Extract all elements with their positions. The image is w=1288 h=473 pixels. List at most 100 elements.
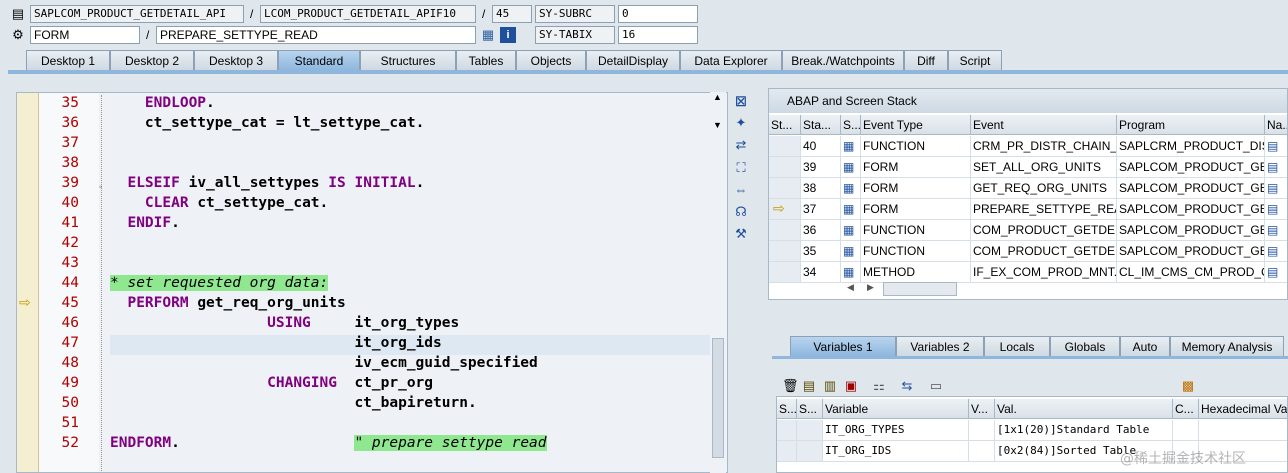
info-icon[interactable]: i <box>500 27 516 43</box>
event-type-field[interactable]: FORM <box>30 26 140 44</box>
variable-name-cell[interactable]: IT_ORG_TYPES <box>823 420 969 441</box>
stack-row-marker[interactable] <box>769 220 801 241</box>
event-field[interactable]: PREPARE_SETTYPE_READ <box>156 26 476 44</box>
variable-cell[interactable] <box>777 441 797 462</box>
maximize-icon[interactable]: ⛶ <box>733 160 749 176</box>
stack-cell-level[interactable]: 36 <box>801 220 841 241</box>
transfer-icon[interactable]: ⇆ <box>899 378 915 394</box>
column-header[interactable]: St... <box>769 115 801 135</box>
variable-cell[interactable] <box>969 420 995 441</box>
stack-cell-event[interactable]: CRM_PR_DISTR_CHAIN_... <box>971 136 1117 157</box>
variable-cell[interactable] <box>1173 420 1199 441</box>
variable-cell[interactable] <box>1199 420 1287 441</box>
stack-cell-program[interactable]: SAPLCOM_PRODUCT_GE... <box>1117 178 1265 199</box>
tab-desktop-3[interactable]: Desktop 3 <box>194 50 278 70</box>
resize-icon[interactable]: ⇔ <box>733 182 749 198</box>
tab-locals[interactable]: Locals <box>984 336 1050 356</box>
tab-auto[interactable]: Auto <box>1120 336 1170 356</box>
stack-cell-program[interactable]: SAPLCOM_PRODUCT_GE... <box>1117 157 1265 178</box>
line-field[interactable]: 45 <box>492 5 532 23</box>
stack-row-marker[interactable] <box>769 178 801 199</box>
column-header[interactable]: Sta... <box>801 115 841 135</box>
column-header[interactable]: V... <box>969 399 995 419</box>
stack-cell-event[interactable]: IF_EX_COM_PROD_MNT... <box>971 262 1117 283</box>
navigate-icon[interactable]: ▤ <box>1265 136 1287 157</box>
stack-cell-level[interactable]: 34 <box>801 262 841 283</box>
variable-value-cell[interactable]: [1x1(20)]Standard Table <box>995 420 1173 441</box>
stack-row-marker[interactable] <box>769 136 801 157</box>
tab-memory-analysis[interactable]: Memory Analysis <box>1170 336 1284 356</box>
stack-cell-program[interactable]: SAPLCRM_PRODUCT_DIS... <box>1117 136 1265 157</box>
stack-cell-type[interactable]: METHOD <box>861 262 971 283</box>
navigate-icon[interactable]: ▤ <box>1265 199 1287 220</box>
navigate-icon[interactable]: ▤ <box>1265 178 1287 199</box>
column-header[interactable]: Program <box>1117 115 1265 135</box>
column-header[interactable]: S... <box>777 399 797 419</box>
column-header[interactable]: Na... <box>1265 115 1287 135</box>
stack-cell-type[interactable]: FUNCTION <box>861 241 971 262</box>
column-header[interactable]: Val. <box>995 399 1173 419</box>
tab-objects[interactable]: Objects <box>516 50 586 70</box>
stack-cell-program[interactable]: CL_IM_CMS_CM_PROD_C... <box>1117 262 1265 283</box>
tab-breakpoints[interactable]: Break./Watchpoints <box>782 50 904 70</box>
tab-desktop-2[interactable]: Desktop 2 <box>110 50 194 70</box>
program-field[interactable]: SAPLCOM_PRODUCT_GETDETAIL_API <box>30 5 244 23</box>
stack-cell-event[interactable]: SET_ALL_ORG_UNITS <box>971 157 1117 178</box>
column-header[interactable]: S... <box>841 115 861 135</box>
column-header[interactable]: Variable <box>823 399 969 419</box>
navigate-icon[interactable]: ▤ <box>1265 241 1287 262</box>
stack-row-marker[interactable] <box>769 262 801 283</box>
column-header[interactable]: Hexadecimal Va <box>1199 399 1287 419</box>
include-field[interactable]: LCOM_PRODUCT_GETDETAIL_APIF10 <box>260 5 476 23</box>
scroll-thumb[interactable] <box>712 338 724 458</box>
import-icon[interactable]: ▥ <box>822 378 838 394</box>
stack-cell-type[interactable]: FORM <box>861 157 971 178</box>
variable-name-cell[interactable]: IT_ORG_IDS <box>823 441 969 462</box>
export-icon[interactable]: ▣ <box>843 378 859 394</box>
scroll-down-icon[interactable]: ▼ <box>713 120 722 130</box>
column-header[interactable]: Event Type <box>861 115 971 135</box>
variable-cell[interactable] <box>797 441 823 462</box>
tab-detaildisplay[interactable]: DetailDisplay <box>586 50 680 70</box>
stack-cell-level[interactable]: 37 <box>801 199 841 220</box>
tab-structures[interactable]: Structures <box>360 50 456 70</box>
column-header[interactable]: S... <box>797 399 823 419</box>
tab-desktop-1[interactable]: Desktop 1 <box>26 50 110 70</box>
close-icon[interactable]: ☒ <box>733 94 749 110</box>
display-source-icon[interactable]: ▦ <box>480 27 496 43</box>
variable-cell[interactable] <box>777 420 797 441</box>
swap-tool-icon[interactable]: ⇄ <box>733 137 749 153</box>
column-header[interactable]: C... <box>1173 399 1199 419</box>
stack-cell-level[interactable]: 35 <box>801 241 841 262</box>
stack-row-marker[interactable] <box>769 241 801 262</box>
variable-cell[interactable] <box>797 420 823 441</box>
stack-cell-program[interactable]: SAPLCOM_PRODUCT_GE... <box>1117 241 1265 262</box>
settings-icon[interactable]: ⚒ <box>733 226 749 242</box>
horizontal-scrollbar[interactable] <box>883 282 957 296</box>
stack-cell-program[interactable]: SAPLCOM_PRODUCT_GE... <box>1117 199 1265 220</box>
stack-cell-level[interactable]: 39 <box>801 157 841 178</box>
tab-standard[interactable]: Standard <box>278 50 360 70</box>
stack-cell-type[interactable]: FUNCTION <box>861 220 971 241</box>
stack-cell-type[interactable]: FORM <box>861 199 971 220</box>
hierarchy-icon[interactable]: ⚏ <box>871 378 887 394</box>
tab-variables-1[interactable]: Variables 1 <box>790 336 896 356</box>
tab-diff[interactable]: Diff <box>904 50 948 70</box>
tab-data-explorer[interactable]: Data Explorer <box>680 50 782 70</box>
stack-cell-event[interactable]: GET_REQ_ORG_UNITS <box>971 178 1117 199</box>
scroll-left-icon[interactable]: ◀ <box>847 282 854 293</box>
folder-icon[interactable]: ▭ <box>928 378 944 394</box>
stack-cell-event[interactable]: COM_PRODUCT_GETDE... <box>971 220 1117 241</box>
column-header[interactable]: Event <box>971 115 1117 135</box>
stack-cell-level[interactable]: 38 <box>801 178 841 199</box>
stack-cell-program[interactable]: SAPLCOM_PRODUCT_GE... <box>1117 220 1265 241</box>
stack-cell-level[interactable]: 40 <box>801 136 841 157</box>
editor-vertical-scrollbar[interactable]: ▲ ▼ <box>710 92 726 473</box>
tab-tables[interactable]: Tables <box>456 50 516 70</box>
stack-cell-type[interactable]: FORM <box>861 178 971 199</box>
services-icon[interactable]: ☊ <box>733 204 749 220</box>
tab-globals[interactable]: Globals <box>1050 336 1120 356</box>
variable-cell[interactable] <box>969 441 995 462</box>
navigate-icon[interactable]: ▤ <box>1265 262 1287 283</box>
tab-variables-2[interactable]: Variables 2 <box>896 336 984 356</box>
